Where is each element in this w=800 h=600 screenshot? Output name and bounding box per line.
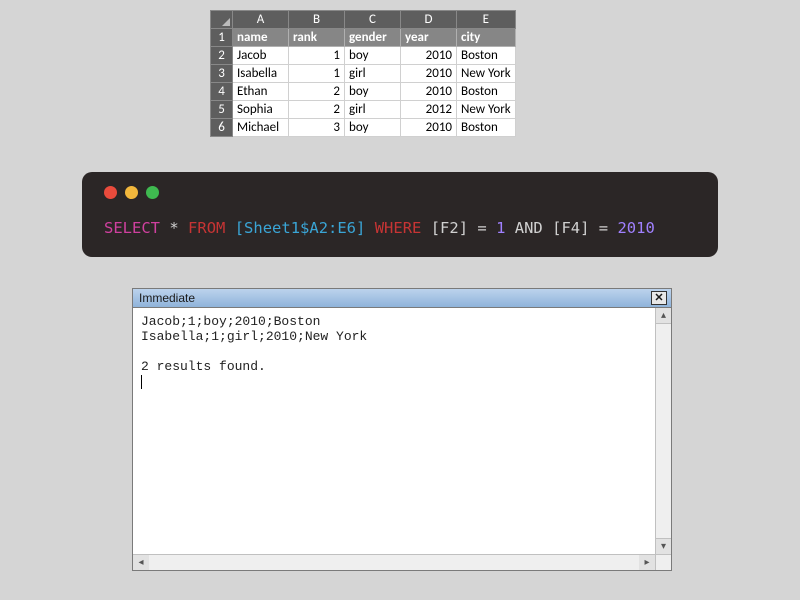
cell[interactable]: girl — [345, 65, 401, 83]
scroll-down-icon[interactable]: ▾ — [656, 538, 671, 554]
col-header[interactable]: D — [401, 11, 457, 29]
range-ref: [Sheet1$A2:E6] — [235, 219, 366, 237]
spreadsheet-grid[interactable]: A B C D E 1 name rank gender year city 2… — [210, 10, 516, 137]
cell[interactable]: Jacob — [233, 47, 289, 65]
row-header[interactable]: 4 — [211, 83, 233, 101]
sql-query: SELECT * FROM [Sheet1$A2:E6] WHERE [F2] … — [104, 217, 696, 239]
scrollbar-corner — [655, 554, 671, 570]
row-header[interactable]: 1 — [211, 29, 233, 47]
cell[interactable]: Michael — [233, 119, 289, 137]
close-dot-icon[interactable] — [104, 186, 117, 199]
cell[interactable]: Ethan — [233, 83, 289, 101]
cell[interactable]: 3 — [289, 119, 345, 137]
minimize-dot-icon[interactable] — [125, 186, 138, 199]
immediate-titlebar[interactable]: Immediate ✕ — [133, 289, 671, 308]
scroll-up-icon[interactable]: ▴ — [656, 308, 671, 324]
scroll-right-icon[interactable]: ▸ — [639, 555, 655, 570]
col-header[interactable]: C — [345, 11, 401, 29]
select-all-corner[interactable] — [211, 11, 233, 29]
op-eq: = — [599, 219, 608, 237]
cell[interactable]: New York — [457, 65, 516, 83]
cell[interactable]: 1 — [289, 47, 345, 65]
cell[interactable]: girl — [345, 101, 401, 119]
row-header[interactable]: 5 — [211, 101, 233, 119]
cell[interactable]: boy — [345, 83, 401, 101]
literal-num: 1 — [496, 219, 505, 237]
keyword-where: WHERE — [375, 219, 422, 237]
cell[interactable]: 2010 — [401, 65, 457, 83]
field-ref: [F4] — [552, 219, 589, 237]
cell[interactable]: city — [457, 29, 516, 47]
output-line: Isabella;1;girl;2010;New York — [141, 329, 367, 344]
cell[interactable]: boy — [345, 47, 401, 65]
col-header[interactable]: A — [233, 11, 289, 29]
immediate-title-label: Immediate — [139, 291, 195, 305]
row-header[interactable]: 3 — [211, 65, 233, 83]
maximize-dot-icon[interactable] — [146, 186, 159, 199]
star: * — [169, 219, 178, 237]
cell[interactable]: Isabella — [233, 65, 289, 83]
cell[interactable]: Boston — [457, 47, 516, 65]
cell[interactable]: 2012 — [401, 101, 457, 119]
field-ref: [F2] — [431, 219, 468, 237]
row-header[interactable]: 6 — [211, 119, 233, 137]
cell[interactable]: 2010 — [401, 47, 457, 65]
cell[interactable]: 2010 — [401, 119, 457, 137]
cell[interactable]: rank — [289, 29, 345, 47]
op-eq: = — [477, 219, 486, 237]
row-header[interactable]: 2 — [211, 47, 233, 65]
cell[interactable]: 2 — [289, 83, 345, 101]
cell[interactable]: Boston — [457, 83, 516, 101]
cell[interactable]: boy — [345, 119, 401, 137]
keyword-and: AND — [515, 219, 543, 237]
output-line: 2 results found. — [141, 359, 266, 374]
code-terminal: SELECT * FROM [Sheet1$A2:E6] WHERE [F2] … — [82, 172, 718, 257]
text-cursor-icon — [141, 375, 142, 389]
keyword-select: SELECT — [104, 219, 160, 237]
cell[interactable]: 2 — [289, 101, 345, 119]
output-line: Jacob;1;boy;2010;Boston — [141, 314, 320, 329]
cell[interactable]: Sophia — [233, 101, 289, 119]
vertical-scrollbar[interactable]: ▴ ▾ — [655, 308, 671, 554]
close-button[interactable]: ✕ — [651, 291, 667, 305]
cell[interactable]: year — [401, 29, 457, 47]
col-header[interactable]: B — [289, 11, 345, 29]
immediate-output[interactable]: Jacob;1;boy;2010;Boston Isabella;1;girl;… — [133, 308, 655, 554]
cell[interactable]: name — [233, 29, 289, 47]
literal-num: 2010 — [617, 219, 654, 237]
cell[interactable]: New York — [457, 101, 516, 119]
scroll-left-icon[interactable]: ◂ — [133, 555, 149, 570]
keyword-from: FROM — [188, 219, 225, 237]
immediate-window: Immediate ✕ Jacob;1;boy;2010;Boston Isab… — [132, 288, 672, 571]
cell[interactable]: 1 — [289, 65, 345, 83]
window-controls — [104, 186, 696, 199]
horizontal-scrollbar[interactable]: ◂ ▸ — [133, 554, 655, 570]
cell[interactable]: gender — [345, 29, 401, 47]
cell[interactable]: Boston — [457, 119, 516, 137]
col-header[interactable]: E — [457, 11, 516, 29]
cell[interactable]: 2010 — [401, 83, 457, 101]
close-icon: ✕ — [654, 293, 663, 304]
